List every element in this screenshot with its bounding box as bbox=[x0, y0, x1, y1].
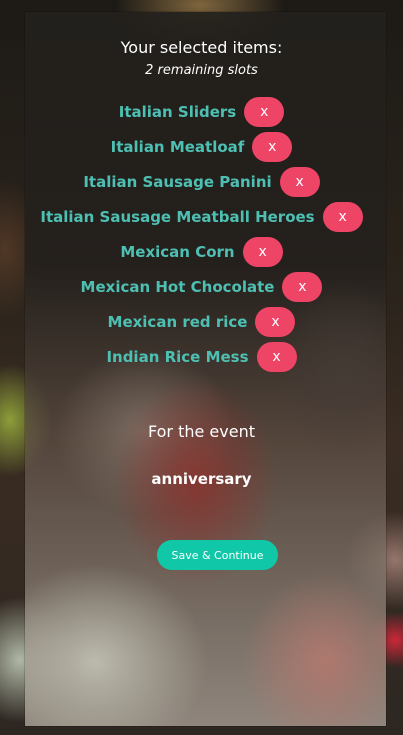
remove-item-button[interactable]: x bbox=[255, 307, 296, 337]
list-item: Italian Sliders x bbox=[119, 96, 285, 128]
remove-item-button[interactable]: x bbox=[279, 167, 320, 197]
event-name: anniversary bbox=[151, 470, 252, 488]
item-label: Mexican Hot Chocolate bbox=[80, 278, 275, 296]
item-label: Mexican red rice bbox=[107, 313, 248, 331]
selected-items-title: Your selected items: bbox=[120, 38, 283, 57]
save-continue-button[interactable]: Save & Continue bbox=[157, 540, 278, 570]
list-item: Mexican Corn x bbox=[120, 236, 283, 268]
remove-item-button[interactable]: x bbox=[322, 202, 363, 232]
remove-item-button[interactable]: x bbox=[282, 272, 323, 302]
event-label: For the event bbox=[148, 422, 255, 441]
list-item: Mexican Hot Chocolate x bbox=[81, 271, 323, 303]
list-item: Mexican red rice x bbox=[108, 306, 296, 338]
list-item: Italian Sausage Meatball Heroes x bbox=[40, 201, 363, 233]
item-label: Italian Sliders bbox=[118, 103, 237, 121]
item-label: Indian Rice Mess bbox=[106, 348, 249, 366]
item-label: Italian Meatloaf bbox=[110, 138, 245, 156]
remove-item-button[interactable]: x bbox=[244, 97, 285, 127]
item-label: Italian Sausage Panini bbox=[83, 173, 272, 191]
remaining-slots-text: 2 remaining slots bbox=[145, 63, 258, 78]
list-item: Italian Meatloaf x bbox=[111, 131, 293, 163]
list-item: Italian Sausage Panini x bbox=[83, 166, 320, 198]
selected-items-list: Italian Sliders x Italian Meatloaf x Ita… bbox=[0, 96, 403, 373]
list-item: Indian Rice Mess x bbox=[106, 341, 297, 373]
remove-item-button[interactable]: x bbox=[252, 132, 293, 162]
remove-item-button[interactable]: x bbox=[256, 342, 297, 372]
item-label: Mexican Corn bbox=[120, 243, 235, 261]
item-label: Italian Sausage Meatball Heroes bbox=[40, 208, 315, 226]
remove-item-button[interactable]: x bbox=[242, 237, 283, 267]
